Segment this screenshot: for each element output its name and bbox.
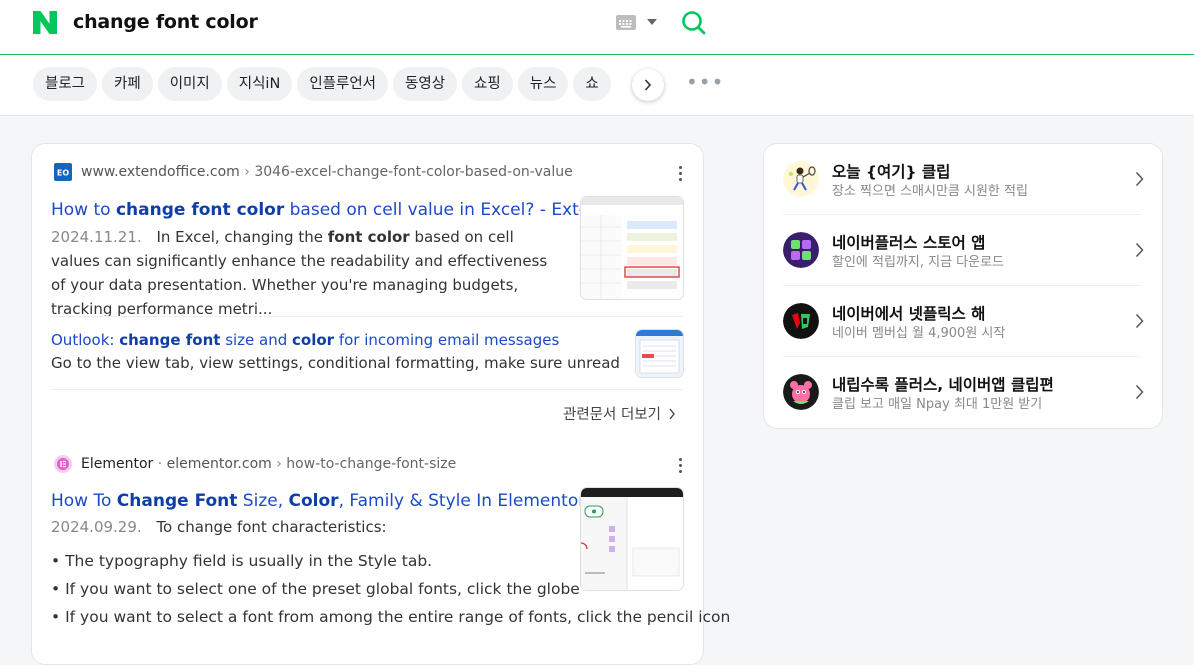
tab-6[interactable]: 쇼핑 <box>462 67 513 101</box>
web-results-section: EO www.extendoffice.com › 3046-excel-cha… <box>31 143 730 665</box>
tab-4[interactable]: 인플루언서 <box>297 67 389 101</box>
tabs-next-button[interactable] <box>632 69 664 101</box>
clip-character-icon <box>783 374 819 410</box>
chevron-right-icon <box>644 79 652 91</box>
extendoffice-favicon-icon: EO <box>54 163 72 181</box>
list-item: • If you want to select one of the prese… <box>51 580 580 598</box>
promo-item-netflix[interactable]: 네이버에서 넷플릭스 해 네이버 멤버십 월 4,900원 시작 <box>783 286 1144 356</box>
keyboard-dropdown-icon[interactable] <box>647 19 657 25</box>
chevron-right-icon <box>1135 242 1144 258</box>
result-thumbnail[interactable] <box>580 196 684 300</box>
result-menu-icon[interactable] <box>679 458 683 474</box>
search-query-input[interactable]: change font color <box>73 11 258 33</box>
tab-7[interactable]: 뉴스 <box>517 67 569 101</box>
promo-title: 네이버플러스 스토어 앱 <box>832 234 986 252</box>
search-icon[interactable] <box>680 9 708 37</box>
search-tabs-bar: 블로그 카페 이미지 지식iN 인플루언서 동영상 쇼핑 뉴스 쇼 <box>0 55 1194 116</box>
promo-subtitle: 할인에 적립까지, 지금 다운로드 <box>832 255 1005 270</box>
result-title-link[interactable]: How To Change Font Size, Color, Family &… <box>51 491 585 511</box>
promo-subtitle: 장소 찍으면 스매시만큼 시원한 적립 <box>832 184 1028 199</box>
related-doc-link[interactable]: Outlook: change font size and color for … <box>51 331 559 349</box>
netflix-badge-icon <box>783 303 819 339</box>
result-source-name: Elementor <box>81 456 154 472</box>
result-menu-icon[interactable] <box>679 166 683 182</box>
tab-1[interactable]: 카페 <box>102 67 153 101</box>
chevron-right-icon <box>1135 384 1144 400</box>
tab-3[interactable]: 지식iN <box>226 67 293 101</box>
result-path: how-to-change-font-size <box>286 456 457 472</box>
list-item: • If you want to select a font from amon… <box>51 608 731 626</box>
tab-2[interactable]: 이미지 <box>157 67 222 101</box>
result-site: elementor.com <box>166 456 272 472</box>
elementor-favicon-icon <box>54 455 72 473</box>
naver-logo-icon[interactable] <box>33 11 57 34</box>
promo-title: 네이버에서 넷플릭스 해 <box>832 305 986 323</box>
result-description: 2024.09.29. To change font characteristi… <box>51 518 387 536</box>
result-source[interactable]: Elementor · elementor.com › how-to-chang… <box>81 456 456 472</box>
tab-0[interactable]: 블로그 <box>33 67 98 101</box>
result-source[interactable]: www.extendoffice.com › 3046-excel-change… <box>81 164 573 180</box>
tab-8[interactable]: 쇼 <box>573 67 611 101</box>
related-doc-description: Go to the view tab, view settings, condi… <box>51 354 621 372</box>
list-item: • The typography field is usually in the… <box>51 552 433 570</box>
result-path: 3046-excel-change-font-color-based-on-va… <box>254 164 573 180</box>
more-options-icon[interactable]: ••• <box>686 72 724 92</box>
search-header: change font color <box>0 0 1194 55</box>
related-doc-thumbnail[interactable] <box>635 329 684 378</box>
more-related-docs-link[interactable]: 관련문서 더보기 <box>563 403 676 424</box>
chevron-right-icon <box>1135 313 1144 329</box>
promo-item-clip[interactable]: 오늘 {여기} 클립 장소 찍으면 스매시만큼 시원한 적립 <box>783 144 1144 214</box>
tennis-player-icon <box>783 161 819 197</box>
naver-promo-panel: 오늘 {여기} 클립 장소 찍으면 스매시만큼 시원한 적립 네이버플러스 스토… <box>763 143 1163 429</box>
promo-subtitle: 클립 보고 매일 Npay 최대 1만원 받기 <box>832 397 1043 412</box>
promo-item-store[interactable]: 네이버플러스 스토어 앱 할인에 적립까지, 지금 다운로드 <box>783 215 1144 285</box>
promo-item-clip-app[interactable]: 내립수록 플러스, 네이버앱 클립편 클립 보고 매일 Npay 최대 1만원 … <box>783 357 1144 427</box>
result-description: 2024.11.21. In Excel, changing the font … <box>51 228 548 318</box>
store-app-icon <box>783 232 819 268</box>
chevron-right-icon <box>1135 171 1144 187</box>
result-title-link[interactable]: How to change font color based on cell v… <box>51 200 605 220</box>
promo-title: 오늘 {여기} 클립 <box>832 163 951 181</box>
tab-5[interactable]: 동영상 <box>393 67 458 101</box>
result-date: 2024.11.21. <box>51 228 142 246</box>
promo-subtitle: 네이버 멤버십 월 4,900원 시작 <box>832 326 1006 341</box>
chevron-right-icon <box>669 408 675 420</box>
result-date: 2024.09.29. <box>51 518 142 536</box>
result-bullet-list: • The typography field is usually in the… <box>51 547 730 631</box>
promo-title: 내립수록 플러스, 네이버앱 클립편 <box>832 376 1054 394</box>
result-site: www.extendoffice.com <box>81 164 240 180</box>
search-tabs: 블로그 카페 이미지 지식iN 인플루언서 동영상 쇼핑 뉴스 쇼 <box>33 67 645 103</box>
keyboard-icon[interactable] <box>616 15 636 30</box>
svg-text:EO: EO <box>57 169 69 178</box>
